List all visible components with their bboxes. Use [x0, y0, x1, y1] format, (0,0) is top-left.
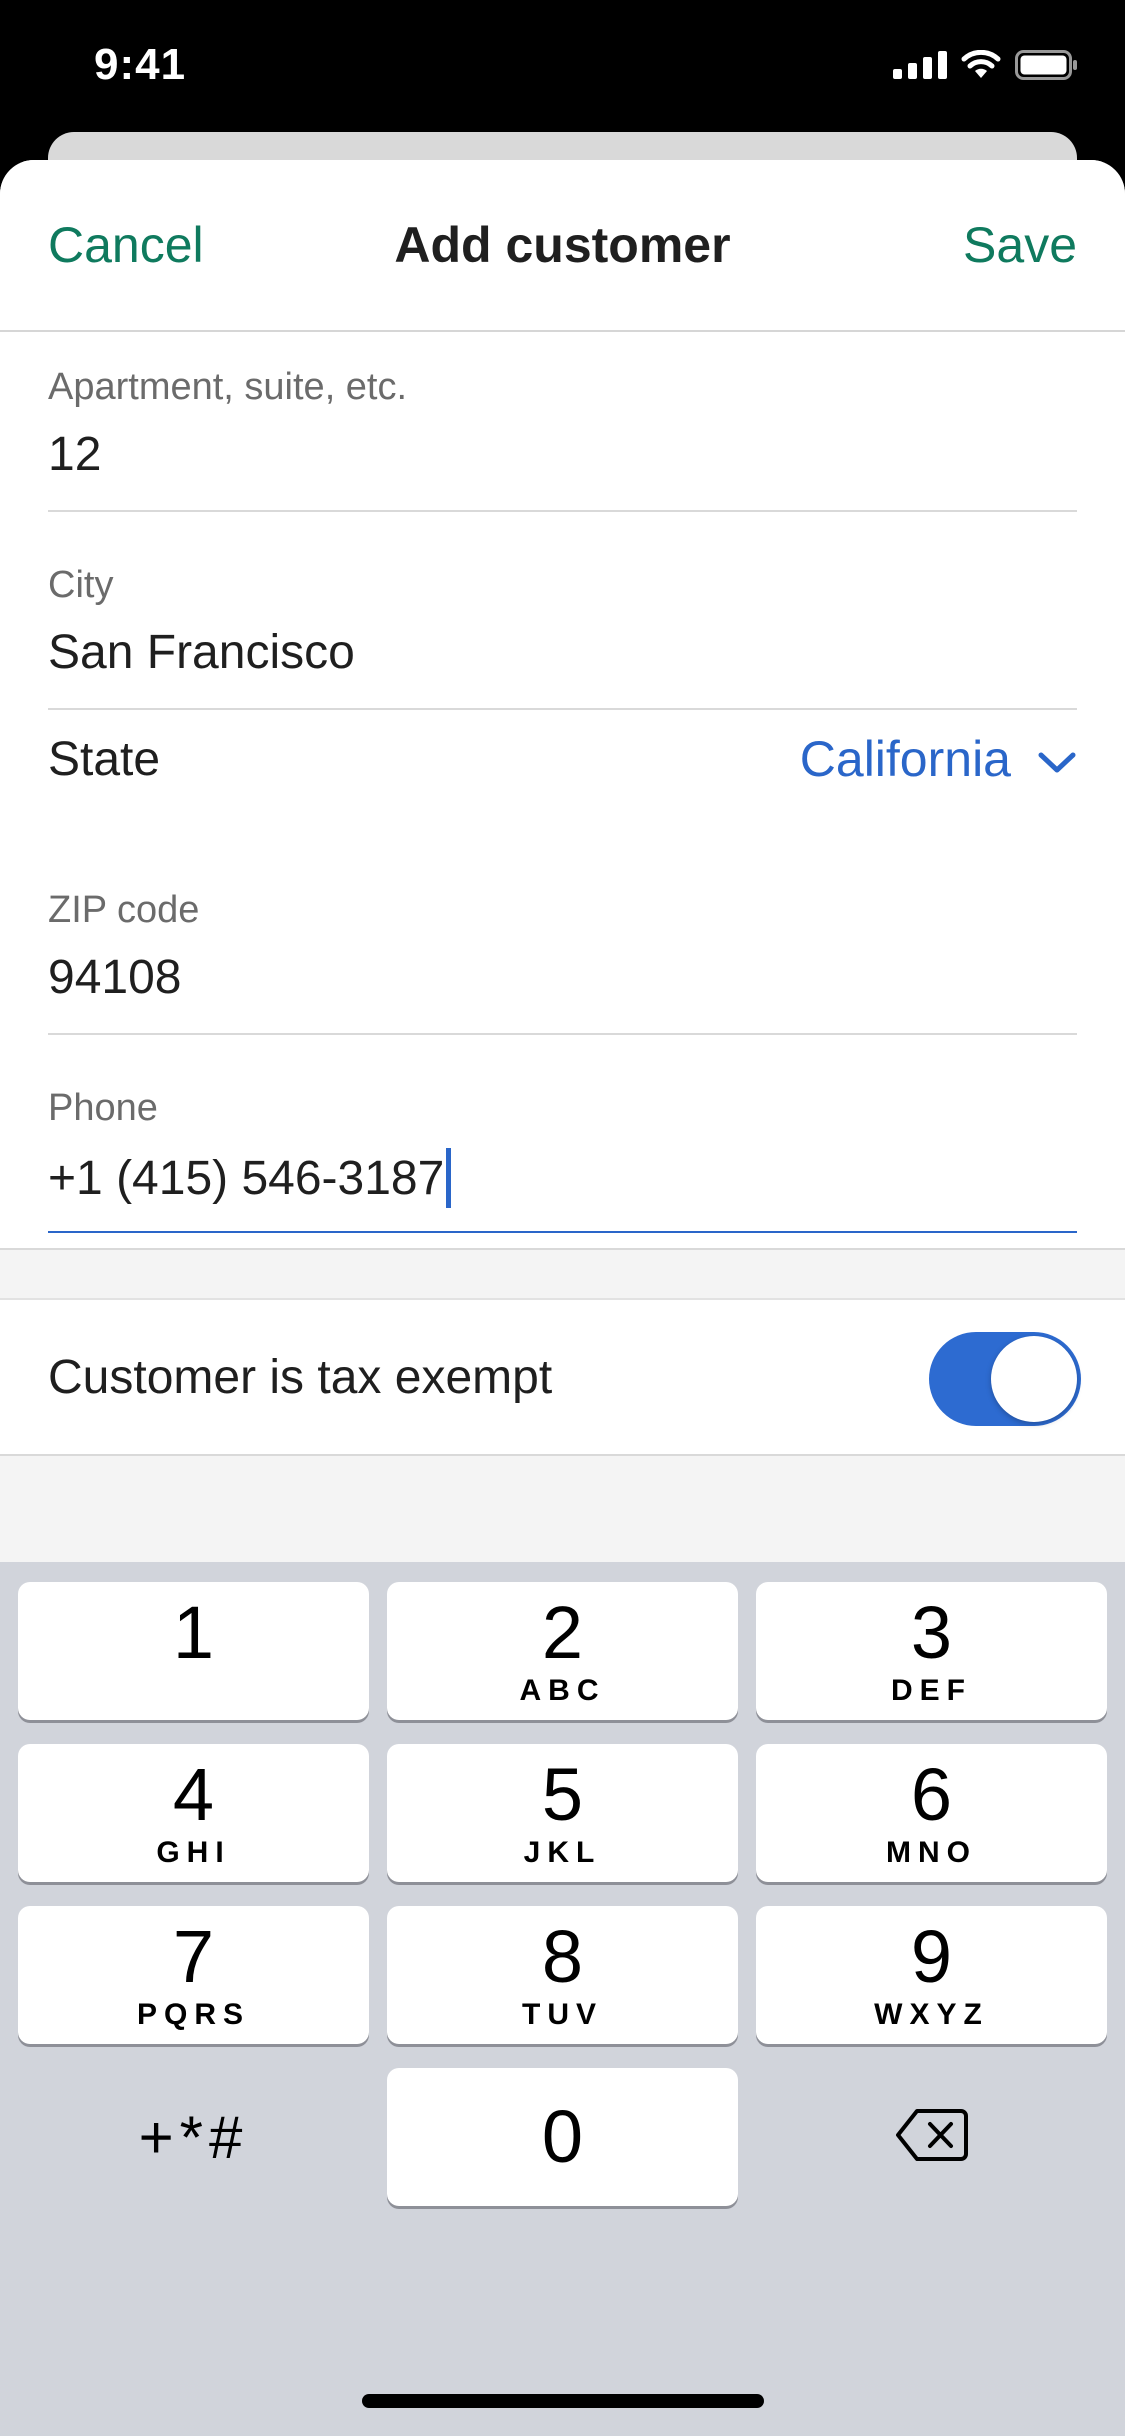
apartment-underline	[48, 510, 1077, 512]
numeric-keypad: 1 2 ABC 3 DEF 4 GHI 5 JKL 6 MNO 7 PQRS 8…	[0, 1562, 1125, 2436]
nav-bar: Cancel Add customer Save	[0, 160, 1125, 332]
phone-input[interactable]: +1 (415) 546-3187	[48, 1148, 1077, 1208]
zip-label: ZIP code	[48, 889, 200, 931]
zip-value[interactable]: 94108	[48, 950, 1077, 1005]
key-2[interactable]: 2 ABC	[387, 1582, 738, 1720]
key-digit: 9	[910, 1915, 953, 1998]
phone-label: Phone	[48, 1087, 158, 1129]
key-3[interactable]: 3 DEF	[756, 1582, 1107, 1720]
key-digit: 2	[541, 1591, 584, 1674]
cellular-signal-icon	[893, 51, 947, 79]
page-title: Add customer	[394, 217, 731, 273]
key-8[interactable]: 8 TUV	[387, 1906, 738, 2044]
state-label: State	[48, 732, 161, 786]
key-4[interactable]: 4 GHI	[18, 1744, 369, 1882]
city-field[interactable]: City San Francisco	[48, 564, 1077, 710]
tax-exempt-label: Customer is tax exempt	[48, 1351, 553, 1404]
key-0[interactable]: 0	[387, 2068, 738, 2206]
status-icons	[893, 50, 1079, 80]
phone-field[interactable]: Phone +1 (415) 546-3187	[48, 1087, 1077, 1233]
delete-backspace-icon	[895, 2107, 969, 2168]
key-digit: 5	[541, 1753, 584, 1836]
tax-exempt-toggle[interactable]	[929, 1332, 1081, 1426]
key-digit: 6	[910, 1753, 953, 1836]
key-7[interactable]: 7 PQRS	[18, 1906, 369, 2044]
city-underline	[48, 708, 1077, 710]
key-letters: JKL	[523, 1836, 602, 1869]
phone-underline	[48, 1231, 1077, 1233]
key-digit: 0	[541, 2095, 584, 2178]
wifi-icon	[961, 50, 1001, 80]
state-value[interactable]: California	[800, 730, 1077, 788]
key-letters: MNO	[886, 1836, 977, 1869]
text-caret	[446, 1148, 452, 1208]
city-label: City	[48, 564, 114, 606]
apartment-value[interactable]: 12	[48, 427, 1077, 482]
key-letters: WXYZ	[874, 1998, 989, 2031]
apartment-field[interactable]: Apartment, suite, etc. 12	[48, 366, 1077, 512]
status-bar: 9:41	[0, 0, 1125, 140]
key-digit: 3	[910, 1591, 953, 1674]
toggle-knob	[991, 1336, 1077, 1422]
key-digit: 8	[541, 1915, 584, 1998]
state-value-text: California	[799, 731, 1011, 787]
key-letters: GHI	[156, 1836, 231, 1869]
key-1[interactable]: 1	[18, 1582, 369, 1720]
apartment-label: Apartment, suite, etc.	[48, 366, 408, 408]
home-indicator[interactable]	[362, 2394, 764, 2408]
key-letters: TUV	[522, 1998, 603, 2031]
key-letters: DEF	[891, 1674, 972, 1707]
delete-key[interactable]	[756, 2068, 1107, 2206]
key-letters: ABC	[519, 1674, 606, 1707]
customer-form: Apartment, suite, etc. 12 City San Franc…	[0, 332, 1125, 1250]
chevron-down-icon	[1037, 730, 1077, 788]
key-digit: 1	[172, 1591, 215, 1674]
city-value[interactable]: San Francisco	[48, 625, 1077, 680]
key-symbols[interactable]: +*#	[18, 2068, 369, 2206]
save-button[interactable]: Save	[963, 216, 1077, 274]
state-select[interactable]: State California	[48, 714, 1077, 804]
zip-field[interactable]: ZIP code 94108	[48, 889, 1077, 1035]
key-5[interactable]: 5 JKL	[387, 1744, 738, 1882]
zip-underline	[48, 1033, 1077, 1035]
symbols-label: +*#	[138, 2103, 249, 2171]
key-letters: PQRS	[136, 1998, 251, 2031]
battery-icon	[1015, 50, 1079, 80]
status-time: 9:41	[94, 40, 187, 89]
key-9[interactable]: 9 WXYZ	[756, 1906, 1107, 2044]
key-6[interactable]: 6 MNO	[756, 1744, 1107, 1882]
key-digit: 4	[172, 1753, 215, 1836]
key-digit: 7	[172, 1915, 215, 1998]
phone-value: +1 (415) 546-3187	[48, 1151, 445, 1205]
tax-exempt-row: Customer is tax exempt	[0, 1298, 1125, 1456]
